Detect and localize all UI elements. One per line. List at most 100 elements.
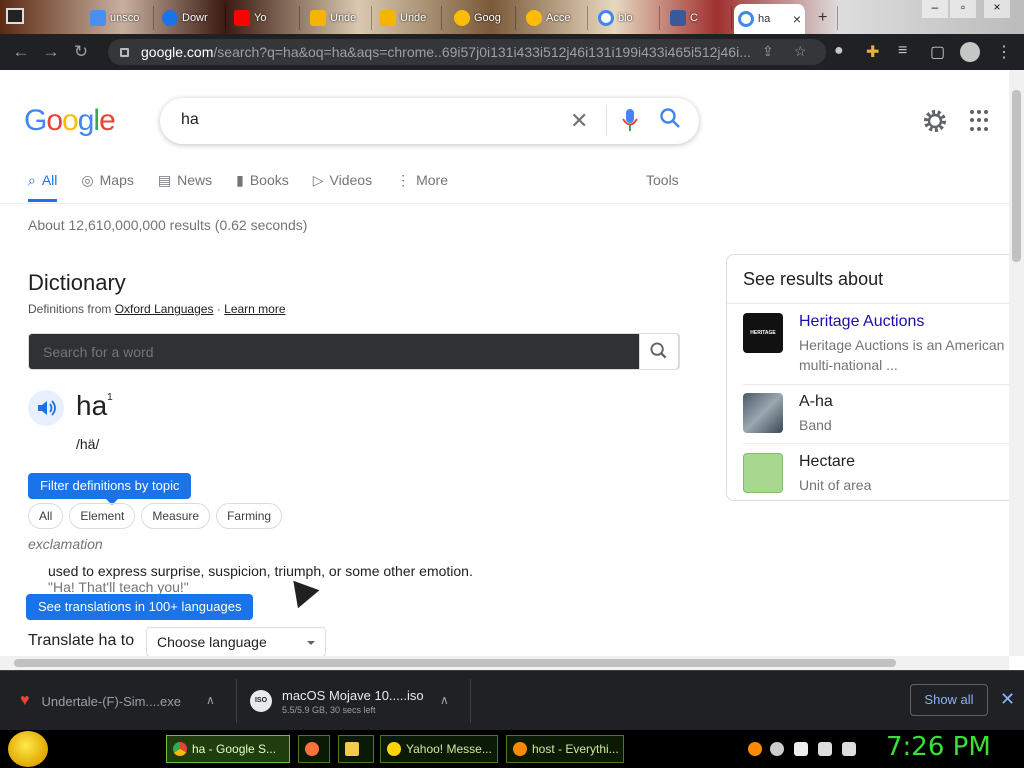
search-tray-icon[interactable]: [748, 742, 762, 756]
dictionary-search-field[interactable]: [28, 333, 680, 370]
tab-favicon: [162, 10, 178, 26]
definition-text: used to express surprise, suspicion, tri…: [48, 563, 473, 579]
chip-farming[interactable]: Farming: [216, 503, 283, 529]
tab-9[interactable]: C: [666, 6, 732, 30]
extensions-puzzle-icon[interactable]: ✚: [866, 42, 879, 62]
download-item[interactable]: ♥ Undertale-(F)-Sim....exe: [20, 671, 181, 731]
tab-more[interactable]: ⋮ More: [396, 164, 448, 202]
close-window-button[interactable]: ×: [984, 0, 1010, 18]
download-item[interactable]: ISO macOS Mojave 10.....iso 5.5/5.9 GB, …: [250, 671, 424, 731]
phonetic: /hä/: [76, 436, 100, 452]
learn-more-link[interactable]: Learn more: [224, 302, 285, 316]
result-heritage-auctions[interactable]: HERITAGE AUCTIONS Heritage Auctions Heri…: [743, 313, 1013, 376]
result-hectare[interactable]: Hectare Unit of area: [743, 453, 1013, 493]
oxford-languages-link[interactable]: Oxford Languages: [115, 302, 214, 316]
tab-favicon: [380, 10, 396, 26]
scroll-thumb[interactable]: [1012, 90, 1021, 262]
new-tab-button[interactable]: +: [814, 6, 838, 30]
taskbar-yahoo-messenger[interactable]: Yahoo! Messe...: [380, 735, 498, 763]
chip-all[interactable]: All: [28, 503, 64, 529]
tab-videos[interactable]: ▷ Videos: [313, 164, 372, 202]
tab-maps[interactable]: ◎ Maps: [81, 164, 133, 202]
taskbar-firefox[interactable]: [298, 735, 330, 763]
volume-icon[interactable]: [842, 742, 856, 756]
profile-avatar-icon[interactable]: [960, 42, 980, 62]
close-tab-icon[interactable]: ×: [793, 11, 801, 27]
clear-icon[interactable]: ✕: [570, 108, 588, 134]
google-icon: [738, 11, 754, 27]
dictionary-search-input[interactable]: [29, 343, 589, 360]
tab-active[interactable]: ha ×: [734, 4, 806, 34]
taskbar-chrome[interactable]: ha - Google S...: [166, 735, 290, 763]
dictionary-source: Definitions from Oxford Languages · Lear…: [28, 302, 286, 316]
horizontal-scrollbar[interactable]: [0, 656, 1009, 670]
translations-tooltip: See translations in 100+ languages: [26, 594, 254, 620]
close-icon[interactable]: ✕: [1000, 689, 1015, 710]
tray-icon[interactable]: [770, 742, 784, 756]
topic-chips: All Element Measure Farming: [28, 503, 283, 529]
start-smiley-icon[interactable]: [8, 731, 48, 767]
tab-1[interactable]: unsco: [86, 6, 154, 30]
share-icon[interactable]: ⇪: [762, 43, 774, 60]
scroll-thumb[interactable]: [14, 659, 896, 667]
settings-gear-icon[interactable]: [922, 108, 948, 134]
reading-list-icon[interactable]: ≡: [898, 42, 907, 60]
reload-icon[interactable]: ↻: [66, 42, 96, 62]
taskbar-explorer[interactable]: [338, 735, 374, 763]
chrome-icon: [173, 742, 187, 756]
dictionary-word: ha1: [76, 390, 113, 421]
dots-vertical-icon: ⋮: [396, 172, 411, 188]
chip-measure[interactable]: Measure: [141, 503, 211, 529]
flag-icon[interactable]: [794, 742, 808, 756]
tab-5[interactable]: Unde: [376, 6, 442, 30]
clock[interactable]: 7:26 PM: [886, 732, 991, 762]
system-menu-icon[interactable]: [6, 8, 24, 24]
minimize-button[interactable]: –: [922, 0, 948, 18]
tab-all[interactable]: ⌕ All: [28, 164, 58, 202]
download-options-chevron-icon[interactable]: ∧: [206, 693, 215, 707]
taskbar-everything[interactable]: host - Everythi...: [506, 735, 624, 763]
heart-file-icon: ♥: [20, 692, 30, 709]
search-icon[interactable]: [658, 106, 682, 130]
search-input[interactable]: ha: [181, 111, 199, 129]
download-options-chevron-icon[interactable]: ∧: [440, 693, 449, 707]
google-logo[interactable]: Google: [24, 104, 116, 138]
tab-6[interactable]: Goog: [450, 6, 516, 30]
bookmark-star-icon[interactable]: ☆: [794, 43, 807, 60]
tab-news[interactable]: ▤ News: [158, 164, 212, 202]
tab-4[interactable]: Unde: [306, 6, 372, 30]
show-all-downloads-button[interactable]: Show all: [910, 684, 988, 716]
tab-label: Dowr: [182, 12, 208, 24]
address-bar[interactable]: google.com/search?q=ha&oq=ha&aqs=chrome.…: [108, 39, 826, 65]
menu-dots-icon[interactable]: ⋮: [996, 42, 1012, 62]
search-divider: [606, 106, 607, 136]
tab-label: ha: [758, 13, 771, 25]
pronunciation-button[interactable]: [28, 390, 64, 426]
result-a-ha[interactable]: A-ha Band: [743, 393, 1013, 433]
language-select[interactable]: Choose language: [146, 627, 326, 657]
tab-label: Unde: [400, 12, 427, 24]
play-icon: ▷: [312, 172, 324, 188]
part-of-speech: exclamation: [28, 536, 103, 552]
microphone-icon[interactable]: [622, 108, 638, 132]
nav-divider: [0, 203, 1009, 204]
extension-flag-icon[interactable]: ●: [834, 42, 844, 60]
tab-2[interactable]: Dowr: [158, 6, 226, 30]
side-panel-icon[interactable]: ▢: [930, 42, 945, 62]
chip-element[interactable]: Element: [69, 503, 136, 529]
apps-grid-icon[interactable]: [970, 110, 992, 132]
tab-8[interactable]: blo: [594, 6, 660, 30]
maximize-button[interactable]: ▫: [950, 0, 976, 18]
tab-label: unsco: [110, 12, 140, 24]
tab-books[interactable]: ▮ Books: [236, 164, 289, 202]
tab-3[interactable]: Yo: [230, 6, 300, 30]
vertical-scrollbar[interactable]: [1009, 70, 1024, 656]
network-icon[interactable]: [818, 742, 832, 756]
taskbar: ha - Google S... Yahoo! Messe... host - …: [0, 730, 1024, 768]
tab-7[interactable]: Acce: [522, 6, 588, 30]
search-box[interactable]: ha: [160, 98, 699, 144]
back-arrow-icon[interactable]: ←: [6, 42, 36, 62]
dictionary-search-button[interactable]: [639, 333, 679, 370]
forward-arrow-icon[interactable]: →: [36, 42, 66, 62]
tools-button[interactable]: Tools: [646, 172, 679, 188]
